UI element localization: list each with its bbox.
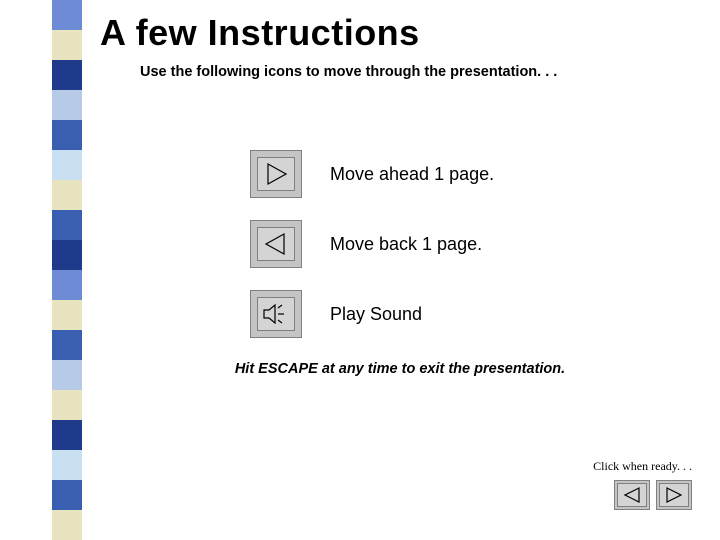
sidebar-segment: [52, 360, 82, 390]
bottom-nav-area: Click when ready. . .: [593, 459, 692, 510]
slide-content: A few Instructions Use the following ico…: [100, 12, 700, 380]
sidebar-segment: [52, 300, 82, 330]
sidebar-segment: [52, 240, 82, 270]
sidebar-segment: [52, 150, 82, 180]
legend-label: Play Sound: [330, 304, 422, 325]
sidebar-segment: [52, 390, 82, 420]
sound-icon: [250, 290, 302, 338]
legend-row-forward: Move ahead 1 page.: [250, 150, 700, 198]
sidebar-segment: [52, 480, 82, 510]
sidebar-segment: [52, 90, 82, 120]
sidebar-segment: [52, 270, 82, 300]
ready-label: Click when ready. . .: [593, 459, 692, 474]
play-back-icon: [617, 483, 647, 507]
page-title: A few Instructions: [100, 12, 700, 54]
legend-label: Move ahead 1 page.: [330, 164, 494, 185]
sidebar-segment: [52, 330, 82, 360]
legend-row-back: Move back 1 page.: [250, 220, 700, 268]
legend-label: Move back 1 page.: [330, 234, 482, 255]
icon-legend-list: Move ahead 1 page. Move back 1 page.: [250, 150, 700, 338]
sidebar-segment: [52, 420, 82, 450]
play-forward-icon: [250, 150, 302, 198]
sidebar-segment: [52, 120, 82, 150]
nav-buttons: [593, 480, 692, 510]
nav-forward-button[interactable]: [656, 480, 692, 510]
play-back-icon: [250, 220, 302, 268]
footer-instruction: Hit ESCAPE at any time to exit the prese…: [100, 360, 700, 380]
sidebar-segment: [52, 450, 82, 480]
sidebar-segment: [52, 30, 82, 60]
nav-back-button[interactable]: [614, 480, 650, 510]
sidebar-segment: [52, 210, 82, 240]
sidebar-segment: [52, 180, 82, 210]
decorative-sidebar: [52, 0, 82, 540]
sidebar-segment: [52, 510, 82, 540]
play-forward-icon: [659, 483, 689, 507]
sidebar-segment: [52, 60, 82, 90]
page-subtitle: Use the following icons to move through …: [140, 64, 700, 80]
sidebar-segment: [52, 0, 82, 30]
legend-row-sound: Play Sound: [250, 290, 700, 338]
